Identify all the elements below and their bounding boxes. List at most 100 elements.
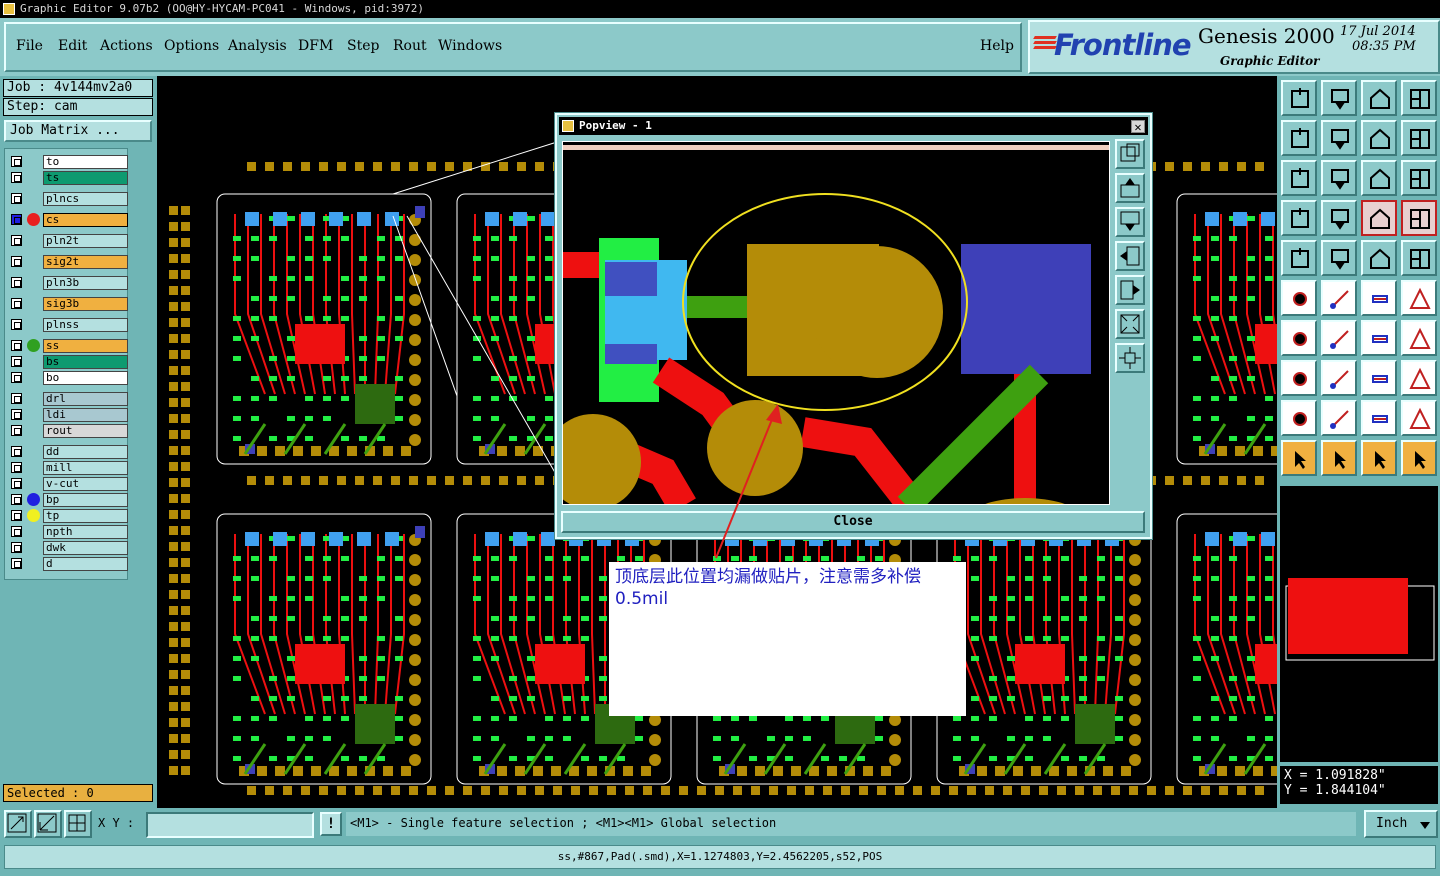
layer-checkbox[interactable]	[11, 478, 22, 489]
pointer-button[interactable]	[1281, 440, 1317, 476]
house-button[interactable]	[1361, 80, 1397, 116]
layer-row-plncs[interactable]: plncs	[9, 192, 128, 206]
layer-checkbox[interactable]	[11, 356, 22, 367]
layer-name[interactable]: plncs	[43, 192, 128, 206]
layer-name[interactable]: mill	[43, 461, 128, 475]
layer-checkbox[interactable]	[11, 340, 22, 351]
layer-row-rout[interactable]: rout	[9, 424, 128, 438]
rotate-button[interactable]	[1401, 360, 1437, 396]
popview-pan-up-button[interactable]	[1115, 173, 1145, 203]
menu-actions[interactable]: Actions	[100, 38, 153, 54]
layer-row-bo[interactable]: bo	[9, 371, 128, 385]
dimension-button[interactable]	[1361, 360, 1397, 396]
layer-name[interactable]: plnss	[43, 318, 128, 332]
layer-checkbox[interactable]	[11, 393, 22, 404]
layer-checkbox[interactable]	[11, 172, 22, 183]
layer-name[interactable]: v-cut	[43, 477, 128, 491]
layer-name[interactable]: dd	[43, 445, 128, 459]
popview-close-icon[interactable]: ✕	[1131, 120, 1145, 133]
layer-checkbox[interactable]	[11, 298, 22, 309]
arc-tool-button[interactable]	[1321, 400, 1357, 436]
layer-name[interactable]: bs	[43, 355, 128, 369]
layer-checkbox[interactable]	[11, 214, 22, 225]
grid-button[interactable]	[1321, 200, 1357, 236]
fit-button[interactable]	[1281, 160, 1317, 196]
popview-zoom-in-button[interactable]	[1115, 309, 1145, 339]
menu-rout[interactable]: Rout	[393, 38, 427, 54]
layer-row-plnss[interactable]: plnss	[9, 318, 128, 332]
info-button[interactable]: !	[320, 812, 342, 836]
layer-row-v-cut[interactable]: v-cut	[9, 477, 128, 491]
layer-name[interactable]: rout	[43, 424, 128, 438]
layer-row-mill[interactable]: mill	[9, 461, 128, 475]
window-button[interactable]	[1401, 80, 1437, 116]
pad-button[interactable]	[1281, 240, 1317, 276]
target-button[interactable]	[1401, 240, 1437, 276]
popview-title-bar[interactable]: Popview - 1 ✕	[559, 117, 1148, 135]
popview-close-button[interactable]: Close	[561, 511, 1145, 533]
layer-name[interactable]: tp	[43, 509, 128, 523]
layer-checkbox[interactable]	[11, 235, 22, 246]
pointer-alt-button[interactable]	[1361, 440, 1397, 476]
center-button[interactable]	[1321, 160, 1357, 196]
layer-name[interactable]: pln2t	[43, 234, 128, 248]
layer-checkbox[interactable]	[11, 319, 22, 330]
swap-button[interactable]	[1361, 120, 1397, 156]
layer-row-dd[interactable]: dd	[9, 445, 128, 459]
layer-name[interactable]: to	[43, 155, 128, 169]
layer-checkbox[interactable]	[11, 256, 22, 267]
cross-button[interactable]	[1321, 280, 1357, 316]
home-button[interactable]	[1281, 80, 1317, 116]
layer-checkbox[interactable]	[11, 526, 22, 537]
layer-row-drl[interactable]: drl	[9, 392, 128, 406]
layer-row-bp[interactable]: bp	[9, 493, 128, 507]
layer-row-dwk[interactable]: dwk	[9, 541, 128, 555]
layer-row-to[interactable]: to	[9, 155, 128, 169]
layer-row-npth[interactable]: npth	[9, 525, 128, 539]
popview-canvas[interactable]	[562, 141, 1110, 505]
menu-dfm[interactable]: DFM	[298, 38, 333, 54]
zoom-fit-button[interactable]	[4, 810, 32, 838]
popview-window[interactable]: Popview - 1 ✕ Close	[554, 112, 1153, 540]
layer-checkbox[interactable]	[11, 156, 22, 167]
layer-checkbox[interactable]	[11, 494, 22, 505]
grid-snap-button[interactable]	[64, 810, 92, 838]
help-button[interactable]	[1401, 160, 1437, 196]
layer-name[interactable]: d	[43, 557, 128, 571]
angle-button[interactable]	[1281, 320, 1317, 356]
layer-checkbox[interactable]	[11, 446, 22, 457]
snap-button[interactable]	[1281, 360, 1317, 396]
home-down-button[interactable]	[1321, 80, 1357, 116]
popview-pan-down-button[interactable]	[1115, 207, 1145, 237]
overview-preview[interactable]	[1280, 486, 1438, 762]
zoom-right-button[interactable]	[1321, 120, 1357, 156]
menu-edit[interactable]: Edit	[58, 38, 87, 54]
zoom-left-button[interactable]	[1281, 120, 1317, 156]
menu-help[interactable]: Help	[980, 38, 1014, 54]
xy-input[interactable]	[146, 812, 314, 838]
layer-name[interactable]: ldi	[43, 408, 128, 422]
move-button[interactable]	[1401, 280, 1437, 316]
layer-name[interactable]: npth	[43, 525, 128, 539]
shape-button[interactable]	[1321, 240, 1357, 276]
layer-name[interactable]: dwk	[43, 541, 128, 555]
popview-zoom-window-button[interactable]	[1115, 139, 1145, 169]
arc-button[interactable]	[1361, 320, 1397, 356]
layer-checkbox[interactable]	[11, 372, 22, 383]
menu-analysis[interactable]: Analysis	[228, 38, 287, 54]
layer-name[interactable]: sig3b	[43, 297, 128, 311]
layer-checkbox[interactable]	[11, 193, 22, 204]
layer-row-sig3b[interactable]: sig3b	[9, 297, 128, 311]
fillet-button[interactable]	[1401, 320, 1437, 356]
layer-checkbox[interactable]	[11, 510, 22, 521]
layer-row-d[interactable]: d	[9, 557, 128, 571]
layer-checkbox[interactable]	[11, 462, 22, 473]
measure-button[interactable]	[34, 810, 62, 838]
measure-button[interactable]	[1361, 240, 1397, 276]
menu-step[interactable]: Step	[347, 38, 379, 54]
layer-row-pln2t[interactable]: pln2t	[9, 234, 128, 248]
layer-row-bs[interactable]: bs	[9, 355, 128, 369]
redraw-button[interactable]	[1401, 120, 1437, 156]
layer-name[interactable]: bp	[43, 493, 128, 507]
layer-name[interactable]: cs	[43, 213, 128, 227]
